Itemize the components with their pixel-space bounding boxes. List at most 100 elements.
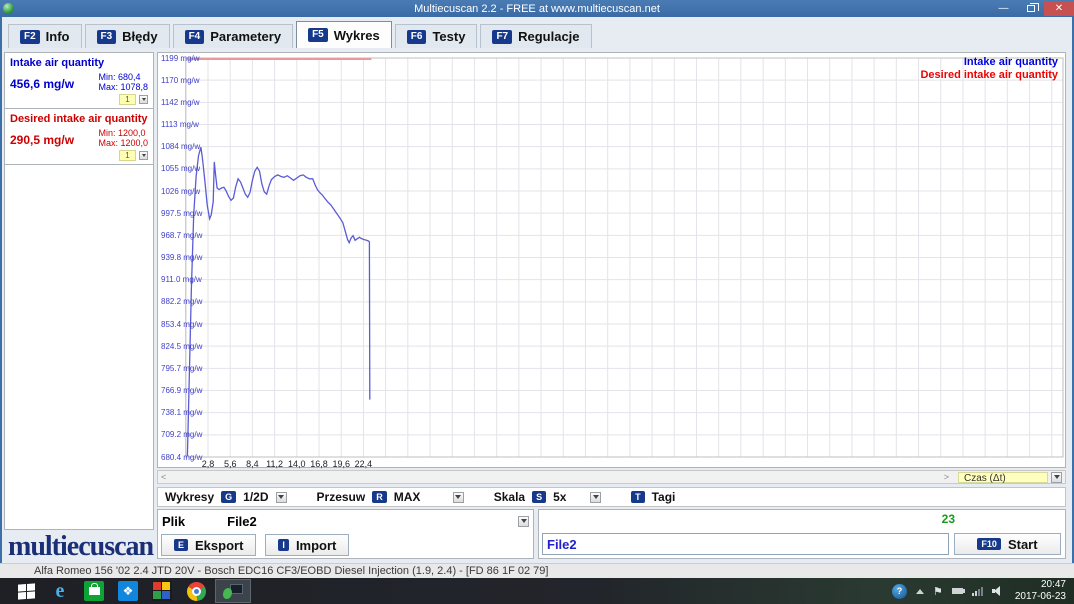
start-key-badge: F10 (977, 538, 1001, 550)
taskbar: e ❖ ? ⚑ 20:47 2017-06-23 (0, 578, 1074, 604)
legend-item: Intake air quantity (963, 56, 1058, 68)
y-tick-label: 738.1 mg/w (161, 408, 203, 418)
channel-dropdown-icon[interactable] (139, 151, 148, 160)
y-tick-label: 824.5 mg/w (161, 341, 203, 351)
przesuw-label: Przesuw (316, 490, 366, 504)
parameter-0: Intake air quantity 456,6 mg/w Min: 680,4 M… (5, 53, 153, 109)
tagi-toggle[interactable]: Tagi (652, 490, 676, 504)
start-menu-button[interactable] (9, 578, 43, 604)
y-tick-label: 709.2 mg/w (161, 430, 203, 440)
y-tick-label: 1084 mg/w (161, 142, 201, 152)
battery-icon[interactable] (951, 588, 965, 594)
tab-key-badge: F4 (184, 29, 205, 44)
photos-app-icon[interactable] (145, 578, 179, 604)
przesuw-value[interactable]: MAX (394, 490, 446, 504)
tab-testy[interactable]: F6 Testy (394, 24, 478, 48)
y-tick-label: 795.7 mg/w (161, 363, 203, 373)
skala-value[interactable]: 5x (553, 490, 583, 504)
scroll-left-icon[interactable]: < (161, 472, 166, 482)
tab-key-badge: F2 (20, 29, 40, 44)
dropbox-icon[interactable]: ❖ (111, 578, 145, 604)
internet-explorer-icon[interactable]: e (43, 578, 77, 604)
tab-bar: F2 Info F3 Błędy F4 Parametery F5 Wykres F6 Testy… (2, 17, 1072, 48)
tab-label: Wykres (333, 27, 380, 43)
restore-button[interactable] (1017, 1, 1044, 16)
eksport-button[interactable]: E Eksport (161, 534, 257, 556)
chart-controls-row: Wykresy G 1/2D Przesuw R MAX Skala S 5x … (157, 487, 1066, 507)
plik-label: Plik (162, 513, 186, 529)
tab-label: Info (45, 29, 70, 44)
przesuw-key-badge: R (372, 491, 387, 503)
tab-błędy[interactable]: F3 Błędy (84, 24, 170, 48)
wykresy-key-badge: G (221, 491, 237, 503)
multiecuscan-logo: multiecuscan (8, 531, 154, 562)
filename-input[interactable]: File2 (542, 533, 949, 555)
tab-key-badge: F3 (96, 29, 117, 44)
chrome-icon[interactable] (179, 578, 213, 604)
tab-info[interactable]: F2 Info (8, 24, 82, 48)
parameter-name: Intake air quantity (10, 57, 105, 69)
y-tick-label: 1055 mg/w (161, 164, 201, 174)
action-center-flag-icon[interactable]: ⚑ (933, 585, 943, 598)
y-tick-label: 968.7 mg/w (161, 230, 203, 240)
parameter-panel: Intake air quantity 456,6 mg/w Min: 680,4 M… (4, 52, 154, 530)
skala-key-badge: S (532, 491, 547, 503)
x-axis-channel-select[interactable]: Czas (Δt) (958, 471, 1048, 484)
x-tick-label: 5,6 (223, 459, 237, 469)
windows-store-icon[interactable] (77, 578, 111, 604)
tab-wykres[interactable]: F5 Wykres (296, 21, 392, 48)
chart-legend: Intake air quantity Desired intake air qu… (920, 56, 1058, 82)
start-button[interactable]: F10 Start (954, 533, 1061, 555)
taskbar-clock[interactable]: 20:47 2017-06-23 (1015, 579, 1066, 603)
import-key-badge: I (278, 539, 289, 551)
tab-label: Testy (432, 29, 466, 44)
y-tick-label: 997.5 mg/w (161, 208, 203, 218)
minimize-button[interactable]: — (990, 1, 1017, 16)
clock-time: 20:47 (1040, 579, 1066, 590)
tab-key-badge: F6 (406, 29, 427, 44)
channel-select[interactable]: 1 (119, 150, 136, 161)
channel-select[interactable]: 1 (119, 94, 136, 105)
x-tick-label: 19,6 (332, 459, 350, 469)
skala-dropdown-icon[interactable] (590, 491, 602, 503)
chart-plot (185, 57, 1064, 458)
parameter-value: 456,6 mg/w (10, 77, 75, 91)
tab-regulacje[interactable]: F7 Regulacje (480, 24, 592, 48)
przesuw-dropdown-icon[interactable] (452, 491, 464, 503)
help-icon[interactable]: ? (891, 583, 907, 599)
tab-parametery[interactable]: F4 Parametery (172, 24, 294, 48)
plik-dropdown-icon[interactable] (518, 515, 529, 527)
record-box: 23 File2 F10 Start (538, 509, 1066, 559)
y-tick-label: 882.2 mg/w (161, 297, 203, 307)
tab-key-badge: F7 (492, 29, 513, 44)
tab-label: Regulacje (518, 29, 580, 44)
parameter-1: Desired intake air quantity 290,5 mg/w Min… (5, 109, 153, 165)
close-button[interactable]: ✕ (1044, 1, 1074, 16)
title-bar: Multiecuscan 2.2 - FREE at www.multiecus… (0, 0, 1074, 17)
y-tick-label: 680.4 mg/w (161, 452, 203, 462)
y-tick-label: 766.9 mg/w (161, 386, 203, 395)
file-box: Plik File2 E Eksport I Import (157, 509, 534, 559)
y-tick-label: 1026 mg/w (161, 186, 201, 196)
multiecuscan-taskbar-button[interactable] (215, 579, 251, 603)
window-title: Multiecuscan 2.2 - FREE at www.multiecus… (414, 2, 660, 15)
x-tick-label: 8,4 (246, 459, 259, 469)
tab-label: Parametery (210, 29, 282, 44)
chart-area[interactable]: 1199 mg/w 1170 mg/w 1142 mg/w 1113 mg/w 1084… (157, 52, 1066, 469)
wykresy-dropdown-icon[interactable] (275, 491, 287, 503)
import-button[interactable]: I Import (265, 534, 350, 556)
channel-dropdown-icon[interactable] (139, 95, 148, 104)
network-signal-icon[interactable] (971, 586, 983, 596)
x-axis-dropdown-icon[interactable] (1051, 471, 1062, 483)
plik-file-select[interactable]: File2 (227, 514, 257, 529)
x-tick-label: 22,4 (354, 459, 373, 469)
y-tick-label: 1113 mg/w (161, 120, 199, 129)
y-tick-label: 911.0 mg/w (161, 275, 202, 285)
y-tick-label: 853.4 mg/w (161, 319, 203, 329)
wykresy-value[interactable]: 1/2D (243, 490, 268, 504)
chart-scrollbar[interactable]: < > Czas (Δt) (157, 470, 1066, 484)
scroll-right-icon[interactable]: > (944, 472, 949, 482)
volume-icon[interactable] (991, 586, 1002, 596)
tab-label: Błędy (122, 29, 158, 44)
tray-expand-chevron-icon[interactable] (915, 588, 924, 594)
